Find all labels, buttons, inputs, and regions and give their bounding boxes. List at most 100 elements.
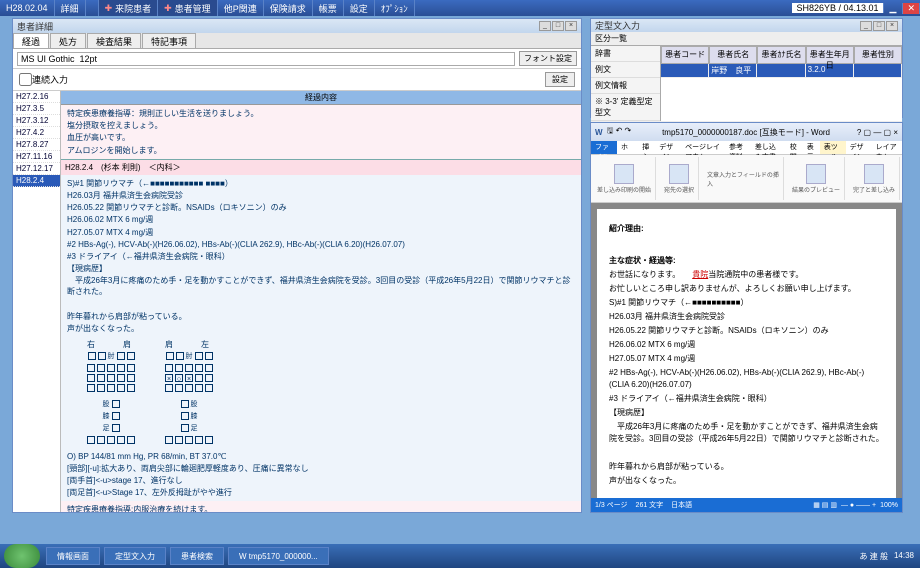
word-menu: ファイル ホーム 挿入 デザイン ページレイアウト 参考資料 差し込み文書 校閲… xyxy=(591,141,902,155)
win-close-icon[interactable]: × xyxy=(565,21,577,31)
word-menu-design[interactable]: デザイン xyxy=(655,141,681,154)
font-input[interactable] xyxy=(17,52,515,66)
word-page-area[interactable]: 紹介理由: 主な症状・経過等: お世話になります。 貴院当院通院中の患者様です。… xyxy=(591,203,902,498)
task-item[interactable]: 定型文入力 xyxy=(104,547,166,565)
status-lang[interactable]: 日本語 xyxy=(671,500,692,510)
win-max-icon[interactable]: □ xyxy=(873,21,885,31)
col-pkana[interactable]: 患者ｶﾅ氏名 xyxy=(757,46,805,64)
win-min-icon[interactable]: _ xyxy=(860,21,872,31)
desktop: H28.02.04 詳細 ✚来院患者 ✚患者管理 他P関連 保険請求 帳票 設定… xyxy=(0,0,920,568)
word-page[interactable]: 紹介理由: 主な症状・経過等: お世話になります。 貴院当院通院中の患者様です。… xyxy=(597,209,896,498)
task-item[interactable]: 情報画面 xyxy=(46,547,100,565)
win-min-icon[interactable]: _ xyxy=(539,21,551,31)
minimize-icon[interactable]: ▁ xyxy=(884,3,904,14)
status-words[interactable]: 261 文字 xyxy=(636,500,664,510)
start-button[interactable] xyxy=(4,544,40,568)
windows-taskbar: 情報画面 定型文入力 患者検索 W tmp5170_000000... あ 連 … xyxy=(0,544,920,568)
tab-notes[interactable]: 特記事項 xyxy=(142,33,196,48)
win-max-icon[interactable]: □ xyxy=(552,21,564,31)
win-close-icon[interactable]: × xyxy=(886,21,898,31)
task-item[interactable]: 患者検索 xyxy=(170,547,224,565)
zoom-slider[interactable]: — ● —— + xyxy=(841,502,876,509)
ime-status[interactable]: あ 連 般 xyxy=(860,551,888,562)
menubar-detail[interactable]: 詳細 xyxy=(55,0,86,16)
app-menubar: H28.02.04 詳細 ✚来院患者 ✚患者管理 他P関連 保険請求 帳票 設定… xyxy=(0,0,920,16)
date-item[interactable]: H27.12.17 xyxy=(13,163,60,175)
date-item[interactable]: H27.2.16 xyxy=(13,91,60,103)
word-menu-review[interactable]: 校閲 xyxy=(786,141,803,154)
date-item[interactable]: H27.3.5 xyxy=(13,103,60,115)
template-titlebar: 定型文入力 _□× xyxy=(591,19,902,32)
menubar-visiting-patients[interactable]: ✚来院患者 xyxy=(99,0,159,16)
continuous-input-label: 連続入力 xyxy=(32,73,68,86)
merge-field: 貴院 xyxy=(692,270,708,279)
word-menu-view[interactable]: 表示 xyxy=(803,141,820,154)
ribbon-finish-icon[interactable] xyxy=(864,164,884,184)
close-icon[interactable]: ✕ xyxy=(903,3,920,14)
word-titlebar: W 🖫 ↶ ↷ tmp5170_0000000187.doc [互換モード] -… xyxy=(591,123,902,141)
tab-labresults[interactable]: 検査結果 xyxy=(87,33,141,48)
joint-chart: 右 肩 肘 股 膝 足 xyxy=(67,335,575,449)
col-pcode[interactable]: 患者コード xyxy=(661,46,709,64)
date-item-selected[interactable]: H28.2.4 xyxy=(13,175,60,187)
guidance-footer: 特定疾患療養指導:内服治療を続けます。 xyxy=(61,501,581,512)
word-menu-tabletools[interactable]: 表ツール xyxy=(820,141,846,154)
word-menu-ref[interactable]: 参考資料 xyxy=(725,141,751,154)
date-item[interactable]: H27.11.16 xyxy=(13,151,60,163)
col-psex[interactable]: 患者性別 xyxy=(854,46,902,64)
font-settings-button[interactable]: フォント設定 xyxy=(519,51,577,66)
word-ribbon: 差し込み印刷の開始 宛先の選択 文章入力とフィールドの挿入 結果のプレビュー 完… xyxy=(591,155,902,203)
status-page[interactable]: 1/3 ページ xyxy=(595,500,628,510)
patient-row-selected[interactable]: 岸野 良平 3.2.0 xyxy=(661,64,902,78)
word-menu-home[interactable]: ホーム xyxy=(617,141,638,154)
nav-sample-info[interactable]: 例文情報 xyxy=(591,78,660,94)
emr-window: 患者詳細 _□× 経過 処方 検査結果 特記事項 フォント設定 連続入力 設定 … xyxy=(12,18,582,513)
date-item[interactable]: H27.4.2 xyxy=(13,127,60,139)
word-menu-file[interactable]: ファイル xyxy=(591,141,617,154)
menubar-other-related[interactable]: 他P関連 xyxy=(218,0,264,16)
template-nav: 辞書 例文 例文情報 ※ 3-3' 定義型定型文 xyxy=(591,46,661,121)
record-header: 経過内容 xyxy=(61,91,581,105)
nav-dict[interactable]: 辞書 xyxy=(591,46,660,62)
word-menu-tlayout[interactable]: レイアウト xyxy=(872,141,902,154)
word-help-icon[interactable]: ? ▢ — ▢ × xyxy=(857,128,898,137)
col-pname[interactable]: 患者氏名 xyxy=(709,46,757,64)
clock[interactable]: 14:38 xyxy=(894,551,914,562)
template-title: 定型文入力 xyxy=(595,19,640,32)
visit-date-list[interactable]: H27.2.16 H27.3.5 H27.3.12 H27.4.2 H27.8.… xyxy=(13,91,61,512)
word-window: W 🖫 ↶ ↷ tmp5170_0000000187.doc [互換モード] -… xyxy=(590,122,903,513)
system-id: SH826YB / 04.13.01 xyxy=(792,3,883,13)
ribbon-recipients-icon[interactable] xyxy=(669,164,689,184)
date-item[interactable]: H27.8.27 xyxy=(13,139,60,151)
emr-tabs: 経過 処方 検査結果 特記事項 xyxy=(13,33,581,49)
menubar-options[interactable]: ｵﾌﾟｼｮﾝ xyxy=(375,0,415,16)
tab-prescription[interactable]: 処方 xyxy=(50,33,86,48)
menubar-date: H28.02.04 xyxy=(0,0,55,16)
soap-block: S)#1 関節リウマチ（←■■■■■■■■■■■ ■■■■） H26.03月 福… xyxy=(61,175,581,502)
tab-progress[interactable]: 経過 xyxy=(13,33,49,48)
menubar-blank[interactable] xyxy=(86,0,99,16)
continuous-input-checkbox[interactable] xyxy=(19,73,32,86)
patient-grid[interactable]: 患者コード 患者氏名 患者ｶﾅ氏名 患者生年月日 患者性別 岸野 良平 3.2.… xyxy=(661,46,902,121)
col-pdob[interactable]: 患者生年月日 xyxy=(806,46,854,64)
record-scroll[interactable]: 特定疾患療養指導：規則正しい生活を送りましょう。 塩分摂取を控えましょう。 血圧… xyxy=(61,105,581,512)
word-menu-tdesign[interactable]: デザイン xyxy=(846,141,872,154)
ribbon-start-icon[interactable] xyxy=(614,164,634,184)
nav-sample[interactable]: 例文 xyxy=(591,62,660,78)
zoom-level[interactable]: 100% xyxy=(880,502,898,509)
word-menu-mailings[interactable]: 差し込み文書 xyxy=(751,141,786,154)
menubar-patient-mgmt[interactable]: ✚患者管理 xyxy=(158,0,218,16)
word-menu-layout[interactable]: ページレイアウト xyxy=(681,141,725,154)
settings-button[interactable]: 設定 xyxy=(545,72,575,87)
ribbon-preview-icon[interactable] xyxy=(806,164,826,184)
menubar-reports[interactable]: 帳票 xyxy=(313,0,344,16)
date-item[interactable]: H27.3.12 xyxy=(13,115,60,127)
nav-def-type[interactable]: ※ 3-3' 定義型定型文 xyxy=(591,94,660,121)
emr-title: 患者詳細 xyxy=(17,20,53,33)
menubar-settings[interactable]: 設定 xyxy=(344,0,375,16)
word-menu-insert[interactable]: 挿入 xyxy=(638,141,655,154)
menubar-insurance[interactable]: 保険請求 xyxy=(264,0,313,16)
view-icons[interactable]: ▦ ▤ ▥ xyxy=(813,501,837,509)
task-item-word[interactable]: W tmp5170_000000... xyxy=(228,547,329,565)
guidance-block: 特定疾患療養指導：規則正しい生活を送りましょう。 塩分摂取を控えましょう。 血圧… xyxy=(61,105,581,159)
